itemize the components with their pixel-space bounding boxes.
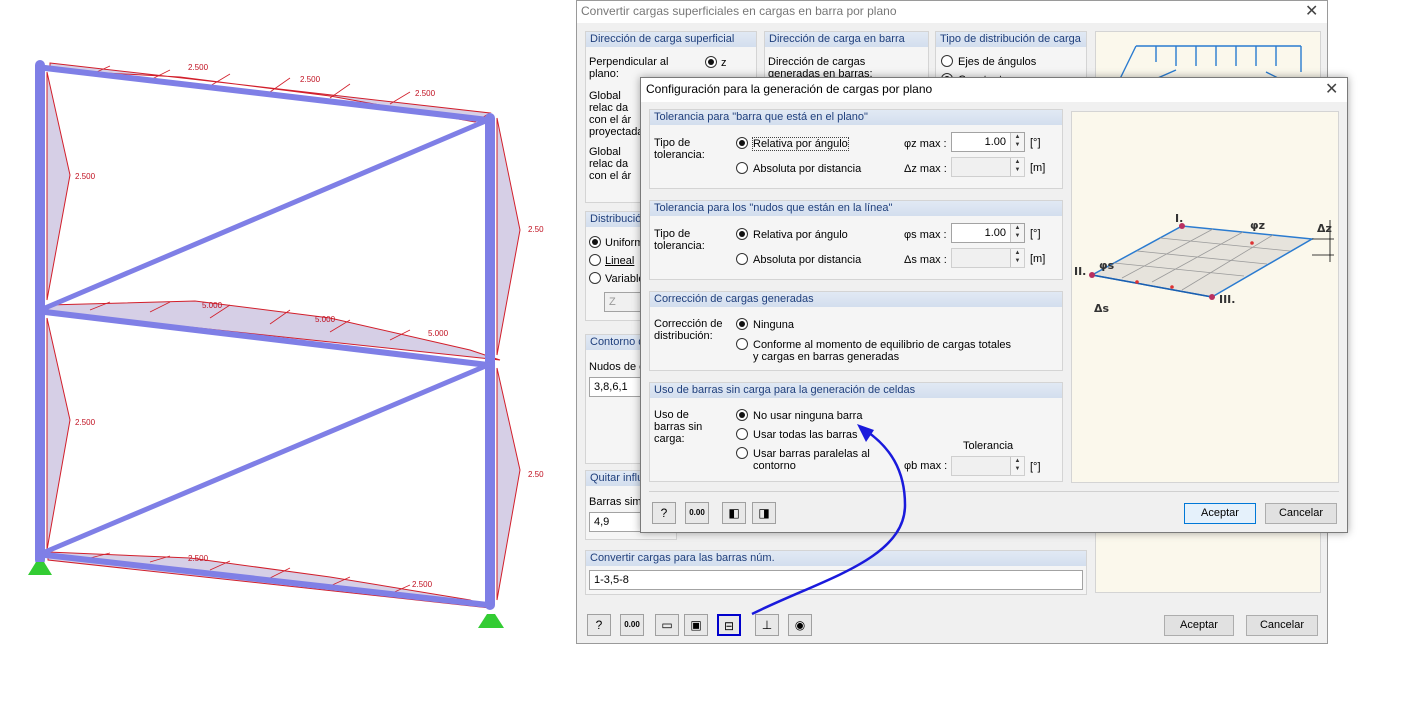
arrow-head-icon [857, 424, 874, 442]
annotation-arrow-layer [751, 424, 907, 616]
annotation-arrow [751, 428, 907, 616]
